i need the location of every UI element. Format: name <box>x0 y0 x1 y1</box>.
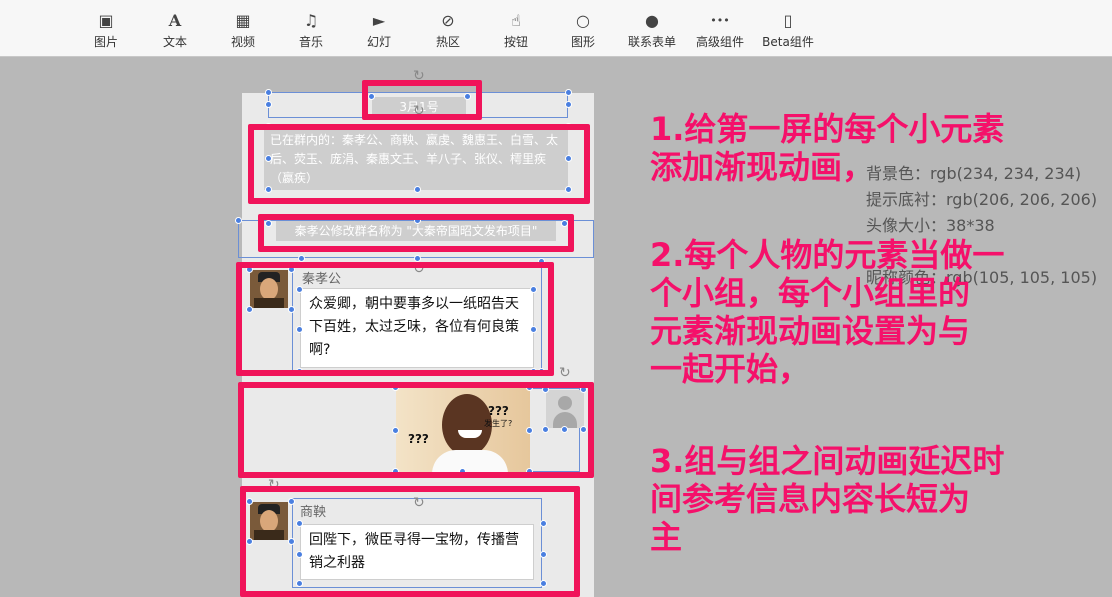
image-icon: ▣ <box>98 11 114 30</box>
prop-background: 背景色：rgb(234, 234, 234) <box>866 164 1082 183</box>
tool-contact-form[interactable]: ● 联系表单 <box>617 10 687 50</box>
annotation-3-line-1: 3.组与组之间动画延迟时 <box>650 442 1005 480</box>
annotation-1-line-1: 1.给第一屏的每个小元素 <box>650 110 1005 148</box>
contact-form-icon: ● <box>645 11 659 30</box>
tool-text[interactable]: A 文本 <box>140 10 210 50</box>
button-tap-icon: ☝ <box>511 11 521 30</box>
component-toolbar: ▣ 图片 A 文本 ▦ 视频 ♫ 音乐 ► 幻灯 ⊘ 热区 ☝ 按钮 ○ 图形 ● 联系表单 ••… <box>0 0 1112 57</box>
prop-notice-bg: 提示底衬：rgb(206, 206, 206) <box>866 190 1098 209</box>
resize-handle[interactable] <box>298 255 305 262</box>
annotation-3-line-2: 间参考信息内容长短为 <box>650 480 971 518</box>
highlight-box-notice <box>248 124 590 204</box>
tool-slideshow[interactable]: ► 幻灯 <box>344 10 414 50</box>
tool-music[interactable]: ♫ 音乐 <box>276 10 346 50</box>
text-icon: A <box>168 11 182 30</box>
slideshow-icon: ► <box>372 11 386 30</box>
tool-button[interactable]: ☝ 按钮 <box>481 10 551 50</box>
annotation-2-line-2: 个小组，每个小组里的 <box>650 274 971 312</box>
tool-video[interactable]: ▦ 视频 <box>208 10 278 50</box>
shape-circle-icon: ○ <box>576 11 590 30</box>
tool-hotspot[interactable]: ⊘ 热区 <box>413 10 483 50</box>
hotspot-icon: ⊘ <box>441 11 455 30</box>
music-icon: ♫ <box>303 11 319 30</box>
annotation-1-line-2: 添加渐现动画， <box>650 148 875 186</box>
video-icon: ▦ <box>235 11 251 30</box>
highlight-box-msg2 <box>238 382 594 478</box>
rotate-handle-icon[interactable]: ↻ <box>559 366 571 380</box>
resize-handle[interactable] <box>565 89 572 96</box>
prop-avatar-size: 头像大小：38*38 <box>866 216 995 235</box>
resize-handle[interactable] <box>265 101 272 108</box>
highlight-box-msg3 <box>240 486 580 597</box>
resize-handle[interactable] <box>265 89 272 96</box>
annotation-2-line-3: 元素渐现动画设置为与 <box>650 312 971 350</box>
tool-beta[interactable]: ▯ Beta组件 <box>753 10 823 50</box>
highlight-box-rename <box>258 214 574 252</box>
resize-handle[interactable] <box>565 101 572 108</box>
resize-handle[interactable] <box>235 217 242 224</box>
annotation-3-line-3: 主 <box>650 518 683 556</box>
beta-component-icon: ▯ <box>783 11 793 30</box>
highlight-box-date <box>362 80 482 120</box>
tool-advanced[interactable]: ••• 高级组件 <box>685 10 755 50</box>
annotation-2-line-1: 2.每个人物的元素当做一 <box>650 236 1005 274</box>
highlight-box-msg1 <box>236 262 554 376</box>
tool-image[interactable]: ▣ 图片 <box>71 10 141 50</box>
annotation-2-line-4: 一起开始， <box>650 350 811 388</box>
tool-shape[interactable]: ○ 图形 <box>548 10 618 50</box>
more-icon: ••• <box>710 14 730 27</box>
